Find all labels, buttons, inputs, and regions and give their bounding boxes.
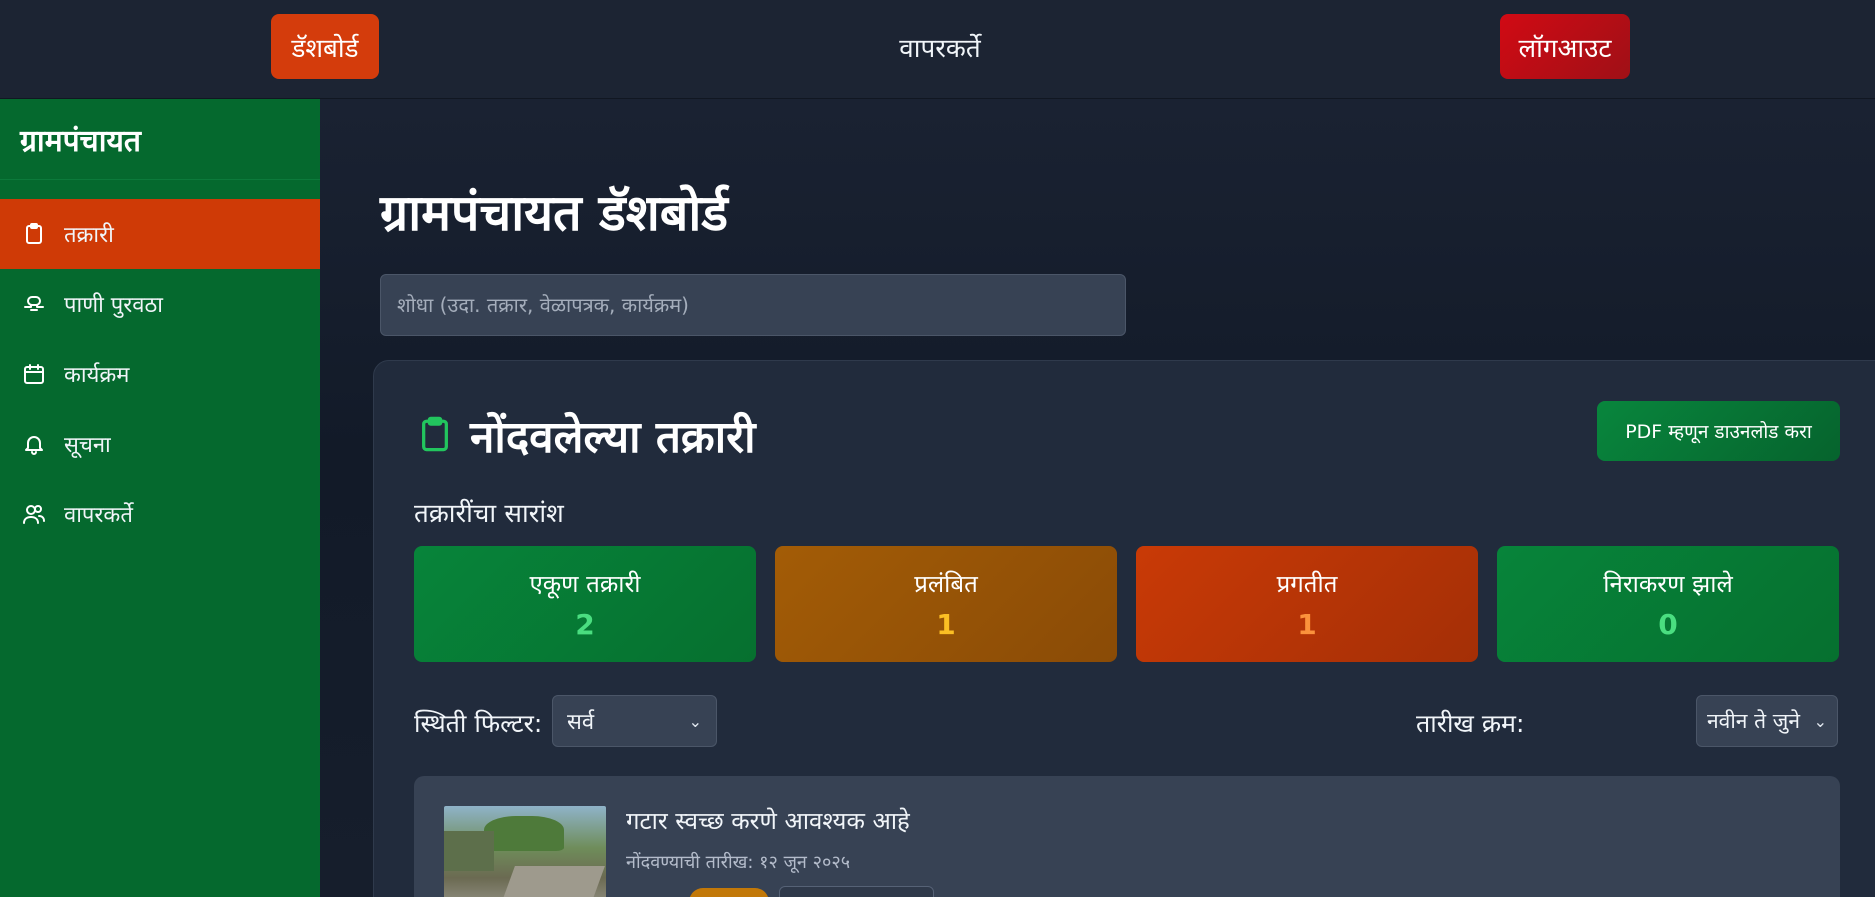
sidebar-item-label: सूचना xyxy=(64,433,111,458)
date-sort-select[interactable]: नवीन ते जुने ⌄ xyxy=(1696,695,1838,747)
sidebar-item-complaints[interactable]: तक्रारी xyxy=(0,199,320,269)
stat-resolved: निराकरण झाले 0 xyxy=(1497,546,1839,662)
status-filter-value: सर्व xyxy=(567,710,595,735)
stat-value: 0 xyxy=(1658,608,1678,641)
stat-total-complaints: एकूण तक्रारी 2 xyxy=(414,546,756,662)
stat-label: निराकरण झाले xyxy=(1603,570,1733,598)
clipboard-icon xyxy=(22,222,46,246)
complaints-card: नोंदवलेल्या तक्रारी PDF म्हणून डाउनलोड क… xyxy=(373,360,1875,897)
summary-heading: तक्रारींचा सारांश xyxy=(414,499,564,529)
complaint-photo xyxy=(444,806,606,897)
sidebar-item-events[interactable]: कार्यक्रम xyxy=(0,339,320,409)
sidebar-nav: तक्रारी पाणी पुरवठा कार्यक्रम सूचना वापर… xyxy=(0,199,320,549)
sidebar-item-water-supply[interactable]: पाणी पुरवठा xyxy=(0,269,320,339)
bell-icon xyxy=(22,432,46,456)
page-title: ग्रामपंचायत डॅशबोर्ड xyxy=(380,184,729,242)
stat-value: 1 xyxy=(936,608,956,641)
complaint-status-select[interactable] xyxy=(779,886,934,897)
main-content: ग्रामपंचायत डॅशबोर्ड नोंदवलेल्या तक्रारी… xyxy=(320,99,1875,897)
date-sort-value: नवीन ते जुने xyxy=(1707,709,1800,733)
logout-button[interactable]: लॉगआउट xyxy=(1500,14,1630,79)
sidebar: ग्रामपंचायत तक्रारी पाणी पुरवठा कार्यक्र… xyxy=(0,99,320,897)
water-tap-icon xyxy=(22,292,46,316)
chevron-down-icon: ⌄ xyxy=(688,711,702,731)
date-sort-label: तारीख क्रम: xyxy=(1416,709,1525,738)
status-filter-select[interactable]: सर्व ⌄ xyxy=(552,695,717,747)
users-icon xyxy=(22,502,46,526)
stat-in-progress: प्रगतीत 1 xyxy=(1136,546,1478,662)
status-badge xyxy=(689,888,769,897)
stat-label: प्रलंबित xyxy=(914,570,978,598)
calendar-icon xyxy=(22,362,46,386)
stat-value: 1 xyxy=(1297,608,1317,641)
complaint-item[interactable]: गटार स्वच्छ करणे आवश्यक आहे नोंदवण्याची … xyxy=(414,776,1840,897)
sidebar-item-label: पाणी पुरवठा xyxy=(64,293,163,318)
stat-value: 2 xyxy=(575,608,595,641)
clipboard-icon xyxy=(418,415,452,453)
chevron-down-icon: ⌄ xyxy=(1813,711,1827,731)
sidebar-item-notices[interactable]: सूचना xyxy=(0,409,320,479)
complaint-date: नोंदवण्याची तारीख: १२ जून २०२५ xyxy=(626,852,851,873)
download-pdf-button[interactable]: PDF म्हणून डाउनलोड करा xyxy=(1597,401,1840,461)
complaint-title: गटार स्वच्छ करणे आवश्यक आहे xyxy=(626,807,910,835)
sidebar-item-label: तक्रारी xyxy=(64,223,114,248)
sidebar-brand: ग्रामपंचायत xyxy=(0,99,320,180)
search-input[interactable] xyxy=(380,274,1126,336)
sidebar-item-label: कार्यक्रम xyxy=(64,363,130,388)
sidebar-item-users[interactable]: वापरकर्ते xyxy=(0,479,320,549)
status-filter-label: स्थिती फिल्टर: xyxy=(414,709,543,738)
users-link[interactable]: वापरकर्ते xyxy=(860,14,1020,79)
sidebar-item-label: वापरकर्ते xyxy=(64,503,133,528)
stat-label: प्रगतीत xyxy=(1276,570,1338,598)
stat-label: एकूण तक्रारी xyxy=(529,570,641,598)
dashboard-button[interactable]: डॅशबोर्ड xyxy=(271,14,379,79)
stat-pending: प्रलंबित 1 xyxy=(775,546,1117,662)
top-navbar: डॅशबोर्ड वापरकर्ते लॉगआउट xyxy=(0,0,1875,99)
complaints-title: नोंदवलेल्या तक्रारी xyxy=(470,412,756,463)
